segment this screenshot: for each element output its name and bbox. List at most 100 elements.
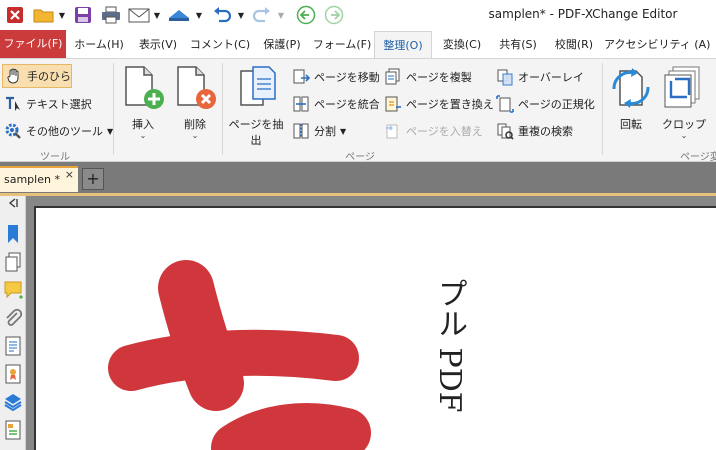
tab-protect[interactable]: 保護(P) — [256, 31, 308, 58]
crop-icon — [664, 66, 700, 108]
rotate-button[interactable]: 回転 — [606, 65, 656, 132]
open-dropdown-icon[interactable]: ▼ — [57, 4, 67, 26]
delete-label: 削除 — [184, 118, 206, 131]
find-duplicates-label: 重複の検索 — [518, 125, 573, 138]
normalize-pages-button[interactable]: ページの正規化 — [496, 94, 595, 114]
pdf-page: プル PDF — [34, 206, 716, 450]
tab-file[interactable]: ファイル(F) — [0, 30, 66, 58]
rotate-icon — [612, 68, 650, 108]
crop-label: クロップ — [662, 118, 706, 131]
other-tools-button[interactable]: その他のツール ▼ — [4, 121, 113, 141]
transform-group-label: ページ変 — [680, 152, 716, 163]
find-duplicates-icon — [497, 123, 514, 140]
merge-pages-button[interactable]: ページを統合 — [292, 94, 380, 114]
text-select-button[interactable]: テキスト選択 — [4, 94, 92, 114]
extract-pages-button[interactable]: ページを抽出 — [224, 65, 288, 148]
document-tab-label: samplen * — [4, 173, 60, 186]
document-view[interactable]: プル PDF — [26, 196, 716, 450]
crop-button[interactable]: クロップ ⌄ — [660, 65, 708, 140]
chevron-down-icon: ⌄ — [680, 131, 688, 140]
gear-icon — [5, 123, 21, 139]
move-pages-icon — [293, 69, 310, 84]
collapse-panel-icon[interactable] — [3, 198, 23, 208]
extract-pages-label: ページを抽出 — [228, 118, 284, 147]
tab-form[interactable]: フォーム(F) — [312, 31, 372, 58]
text-select-icon — [6, 96, 20, 111]
save-icon[interactable] — [72, 4, 94, 26]
content-icon[interactable] — [3, 336, 23, 356]
attachment-icon[interactable] — [3, 308, 23, 328]
delete-button[interactable]: 削除 ⌄ — [170, 65, 220, 140]
signature-icon[interactable] — [3, 364, 23, 384]
other-tools-label: その他のツール — [26, 125, 103, 138]
chevron-down-icon: ⌄ — [139, 131, 147, 140]
normalize-pages-label: ページの正規化 — [518, 98, 595, 111]
document-tab[interactable]: samplen * × — [0, 166, 78, 192]
back-icon[interactable] — [294, 4, 318, 26]
app-logo-icon[interactable] — [4, 4, 26, 26]
extract-pages-icon — [240, 66, 276, 106]
forms-icon[interactable] — [3, 420, 23, 440]
redo-dropdown-icon[interactable]: ▼ — [276, 4, 286, 26]
scan-dropdown-icon[interactable]: ▼ — [194, 4, 204, 26]
duplicate-pages-icon — [385, 68, 400, 85]
new-tab-button[interactable]: + — [82, 168, 104, 190]
merge-pages-icon — [293, 96, 309, 112]
text-select-label: テキスト選択 — [26, 98, 92, 111]
overlay-button[interactable]: オーバーレイ — [496, 67, 584, 87]
swap-pages-icon — [386, 124, 398, 139]
hand-tool-label: 手のひら — [27, 70, 71, 83]
tab-convert[interactable]: 変換(C) — [436, 31, 488, 58]
duplicate-pages-button[interactable]: ページを複製 — [384, 67, 472, 87]
chevron-down-icon: ⌄ — [191, 131, 199, 140]
forward-icon[interactable] — [322, 4, 346, 26]
overlay-icon — [497, 69, 513, 86]
email-dropdown-icon[interactable]: ▼ — [152, 4, 162, 26]
bookmark-icon[interactable] — [3, 224, 23, 244]
tab-view[interactable]: 表示(V) — [132, 31, 184, 58]
tools-group-label: ツール — [40, 152, 70, 163]
move-pages-button[interactable]: ページを移動 — [292, 67, 380, 87]
ribbon: 手のひら テキスト選択 その他のツール ▼ ツール 挿入 ⌄ 削除 ⌄ ページを… — [0, 58, 716, 163]
email-icon[interactable] — [127, 4, 151, 26]
title-bar: ▼ ▼ ▼ ▼ ▼ samplen* - PDF-XChange Editor — [0, 0, 716, 30]
group-divider — [602, 63, 603, 155]
redo-icon[interactable] — [250, 4, 274, 26]
tab-organize[interactable]: 整理(O) — [374, 31, 432, 58]
undo-dropdown-icon[interactable]: ▼ — [236, 4, 246, 26]
swap-pages-button[interactable]: ページを入替え — [384, 121, 483, 141]
hand-icon — [7, 68, 19, 84]
chevron-down-icon: ▼ — [340, 126, 347, 136]
scan-icon[interactable] — [166, 4, 192, 26]
menu-tabs: ファイル(F) ホーム(H) 表示(V) コメント(C) 保護(P) フォーム(… — [0, 30, 716, 58]
open-folder-icon[interactable] — [32, 4, 56, 26]
comments-icon[interactable] — [3, 280, 23, 300]
tab-review[interactable]: 校閲(R) — [548, 31, 600, 58]
tab-accessibility[interactable]: アクセシビリティ (A) — [604, 31, 716, 58]
swap-pages-label: ページを入替え — [406, 125, 483, 138]
undo-icon[interactable] — [210, 4, 234, 26]
left-panel — [0, 196, 26, 450]
print-icon[interactable] — [99, 4, 123, 26]
vertical-page-text: プル PDF — [432, 278, 467, 413]
window-title: samplen* - PDF-XChange Editor — [488, 7, 678, 21]
tab-share[interactable]: 共有(S) — [492, 31, 544, 58]
tab-home[interactable]: ホーム(H) — [70, 31, 128, 58]
pages-group-label: ページ — [345, 152, 375, 163]
red-brush-illustration — [108, 260, 371, 450]
hand-tool-button[interactable]: 手のひら — [2, 64, 72, 88]
layers-icon[interactable] — [3, 392, 23, 412]
replace-pages-icon — [385, 96, 401, 112]
thumbnails-icon[interactable] — [3, 252, 23, 272]
replace-pages-label: ページを置き換え — [406, 98, 494, 111]
replace-pages-button[interactable]: ページを置き換え — [384, 94, 494, 114]
tab-comment[interactable]: コメント(C) — [188, 31, 252, 58]
duplicate-pages-label: ページを複製 — [406, 71, 472, 84]
find-duplicates-button[interactable]: 重複の検索 — [496, 121, 573, 141]
insert-label: 挿入 — [132, 118, 154, 131]
close-icon[interactable]: × — [65, 168, 74, 181]
insert-button[interactable]: 挿入 ⌄ — [118, 65, 168, 140]
split-button[interactable]: 分割 ▼ — [292, 121, 346, 141]
group-divider — [222, 63, 223, 155]
insert-page-icon — [125, 66, 164, 109]
